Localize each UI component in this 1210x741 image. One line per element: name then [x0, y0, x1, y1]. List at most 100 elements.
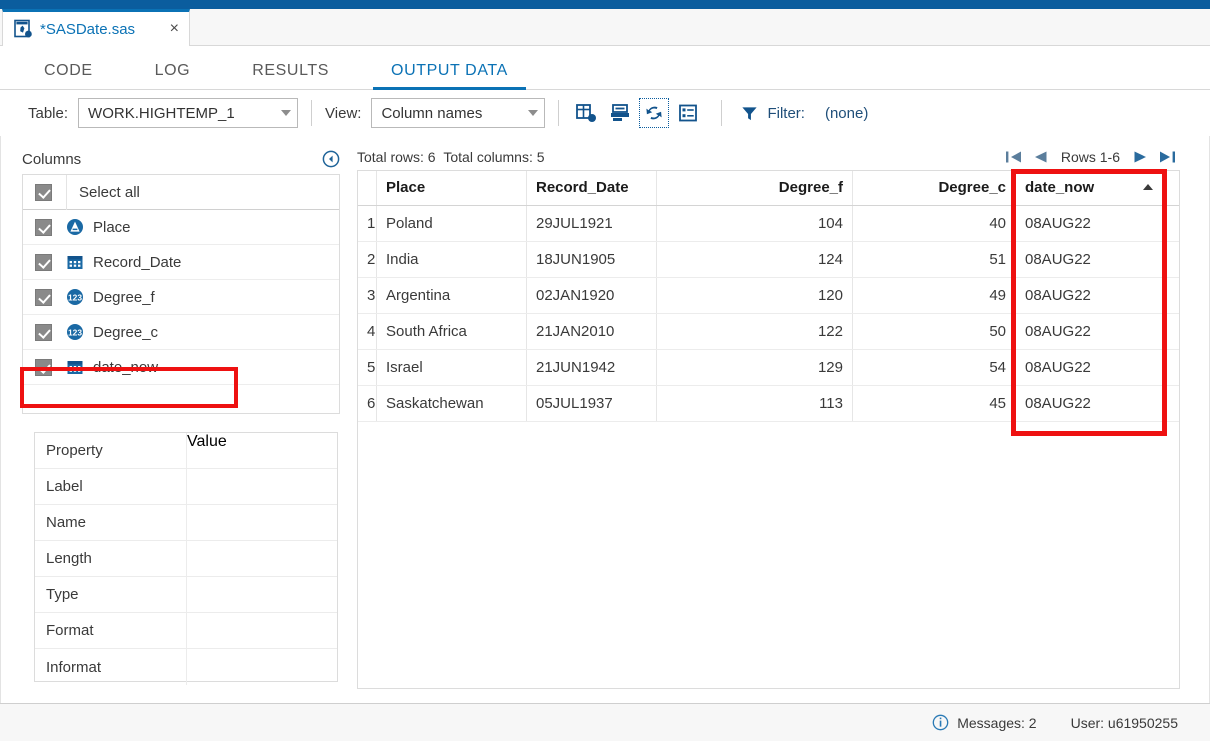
cell-date-now: 08AUG22	[1015, 313, 1166, 350]
cell-filler	[1165, 241, 1179, 278]
column-header-record-date[interactable]: Record_Date	[526, 171, 657, 206]
cell-record-date: 21JAN2010	[526, 313, 657, 350]
data-grid[interactable]: Place Record_Date Degree_f Degree_c date…	[357, 170, 1180, 689]
section-tab-bar: CODE LOG RESULTS OUTPUT DATA	[0, 46, 1210, 90]
row-number: 3	[358, 277, 377, 314]
table-row[interactable]: 5 Israel 21JUN1942 129 54 08AUG22	[358, 349, 1179, 386]
column-item-place[interactable]: Place	[23, 210, 339, 245]
close-icon[interactable]: ×	[168, 21, 181, 37]
status-messages[interactable]: Messages: 2	[932, 714, 1037, 731]
view-select[interactable]: Column names	[371, 98, 546, 128]
tab-code[interactable]: CODE	[26, 62, 111, 89]
column-item-record-date[interactable]: Record_Date	[23, 245, 339, 280]
property-row-format[interactable]: Format	[35, 613, 337, 649]
column-checkbox[interactable]	[35, 323, 52, 341]
data-table-body: 1 Poland 29JUL1921 104 40 08AUG22 2 Indi…	[358, 205, 1179, 422]
column-item-degree-c[interactable]: 123 Degree_c	[23, 315, 339, 350]
table-select[interactable]: WORK.HIGHTEMP_1	[78, 98, 299, 128]
column-item-date-now[interactable]: date_now	[23, 350, 339, 385]
char-column-icon	[66, 218, 84, 236]
cell-record-date: 18JUN1905	[526, 241, 657, 278]
document-tab-strip: *SASDate.sas ×	[0, 9, 1210, 46]
properties-header-row: Property Value	[35, 433, 337, 469]
column-checkbox[interactable]	[35, 253, 52, 271]
save-table-icon[interactable]	[606, 99, 634, 127]
table-row[interactable]: 3 Argentina 02JAN1920 120 49 08AUG22	[358, 277, 1179, 314]
cell-degree-c: 45	[852, 385, 1016, 422]
property-row-name[interactable]: Name	[35, 505, 337, 541]
column-properties-icon[interactable]	[674, 99, 702, 127]
row-number-header	[358, 171, 377, 206]
column-checkbox[interactable]	[35, 218, 52, 236]
last-page-icon[interactable]	[1154, 147, 1180, 167]
tab-results[interactable]: RESULTS	[234, 62, 347, 89]
property-row-label[interactable]: Label	[35, 469, 337, 505]
document-tab-label: *SASDate.sas	[40, 20, 136, 38]
select-all-checkbox[interactable]	[35, 183, 52, 201]
column-checkbox[interactable]	[35, 288, 52, 306]
column-checkbox[interactable]	[35, 358, 52, 376]
column-header-degree-f[interactable]: Degree_f	[656, 171, 853, 206]
column-item-degree-f[interactable]: 123 Degree_f	[23, 280, 339, 315]
filter-value[interactable]: (none)	[825, 105, 868, 122]
collapse-left-icon[interactable]	[322, 150, 340, 168]
cell-filler	[1165, 349, 1179, 386]
properties-header-property: Property	[35, 433, 187, 468]
column-header-degree-c[interactable]: Degree_c	[852, 171, 1016, 206]
tab-log[interactable]: LOG	[137, 62, 209, 89]
data-table-header-row: Place Record_Date Degree_f Degree_c date…	[358, 171, 1179, 206]
data-table-head: Place Record_Date Degree_f Degree_c date…	[358, 171, 1179, 206]
rows-range-label: Rows 1-6	[1060, 149, 1120, 165]
columns-panel-title: Columns	[22, 150, 82, 168]
toolbar-divider	[721, 100, 723, 126]
tab-output-data[interactable]: OUTPUT DATA	[373, 62, 526, 90]
table-row[interactable]: 6 Saskatchewan 05JUL1937 113 45 08AUG22	[358, 385, 1179, 422]
table-row[interactable]: 2 India 18JUN1905 124 51 08AUG22	[358, 241, 1179, 278]
num-column-icon: 123	[66, 288, 84, 306]
svg-text:123: 123	[68, 292, 82, 302]
columns-select-all-row[interactable]: Select all	[23, 175, 339, 210]
document-tab-sasdate[interactable]: *SASDate.sas ×	[2, 9, 190, 46]
cell-degree-c: 50	[852, 313, 1016, 350]
column-header-date-now[interactable]: date_now	[1015, 171, 1166, 206]
table-row[interactable]: 4 South Africa 21JAN2010 122 50 08AUG22	[358, 313, 1179, 350]
table-row[interactable]: 1 Poland 29JUL1921 104 40 08AUG22	[358, 205, 1179, 242]
column-header-place[interactable]: Place	[376, 171, 527, 206]
first-page-icon[interactable]	[1001, 147, 1027, 167]
new-filtered-table-icon[interactable]	[572, 99, 600, 127]
cell-record-date: 21JUN1942	[526, 349, 657, 386]
cell-date-now: 08AUG22	[1015, 385, 1166, 422]
property-row-type[interactable]: Type	[35, 577, 337, 613]
property-name: Informat	[35, 649, 187, 685]
property-value	[187, 505, 337, 540]
cell-filler	[1165, 205, 1179, 242]
date-column-icon	[66, 253, 84, 271]
columns-panel-header: Columns	[22, 144, 340, 174]
cell-degree-c: 49	[852, 277, 1016, 314]
columns-panel: Columns Select all Place Record_Date 123…	[22, 144, 340, 420]
property-row-informat[interactable]: Informat	[35, 649, 337, 685]
property-value	[187, 469, 337, 504]
table-select-value: WORK.HIGHTEMP_1	[88, 104, 235, 122]
next-page-icon[interactable]	[1128, 147, 1154, 167]
property-row-length[interactable]: Length	[35, 541, 337, 577]
columns-list: Select all Place Record_Date 123 Degree_…	[22, 174, 340, 414]
grid-info-bar: Total rows: 6 Total columns: 5 Rows 1-6	[357, 144, 1180, 170]
refresh-icon[interactable]	[639, 98, 670, 128]
toolbar-divider	[311, 100, 313, 126]
row-number: 5	[358, 349, 377, 386]
cell-place: Poland	[376, 205, 527, 242]
cell-degree-f: 104	[656, 205, 853, 242]
column-item-label: date_now	[93, 358, 159, 376]
cell-degree-c: 51	[852, 241, 1016, 278]
chevron-down-icon	[281, 110, 292, 116]
filter-icon[interactable]	[735, 99, 763, 127]
column-item-label: Place	[93, 218, 131, 236]
property-value	[187, 577, 337, 612]
previous-page-icon[interactable]	[1027, 147, 1053, 167]
property-value	[187, 649, 337, 685]
row-number: 2	[358, 241, 377, 278]
info-icon	[932, 714, 949, 731]
total-columns-label: Total columns: 5	[443, 149, 545, 165]
